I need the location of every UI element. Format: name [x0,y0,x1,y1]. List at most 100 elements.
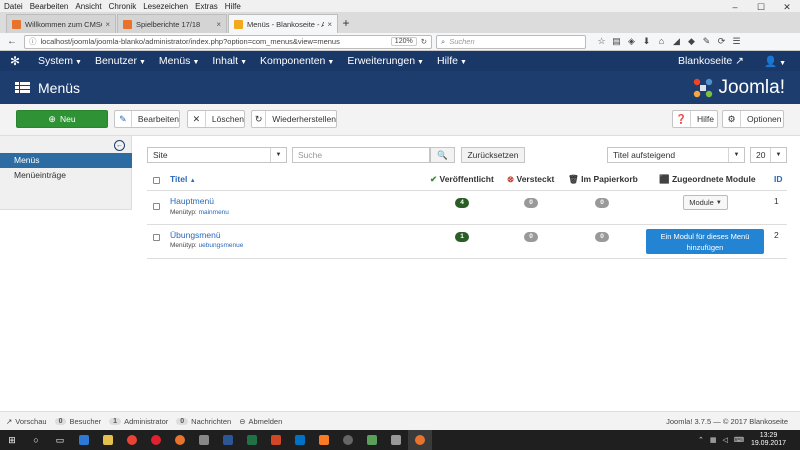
menu-extras[interactable]: Extras [195,2,218,11]
menu-hilfe[interactable]: Hilfe [225,2,241,11]
sidebar-item-menus[interactable]: Menüs [0,153,132,168]
trashed-count-badge[interactable]: 0 [595,198,609,208]
menutype-link[interactable]: uebungsmenue [199,242,244,249]
tab-close-icon[interactable]: × [105,20,110,29]
delete-button[interactable]: ✕ Löschen [187,110,245,128]
volume-icon[interactable]: ◁ [723,436,728,444]
app-icon[interactable] [384,430,408,450]
published-count-badge[interactable]: 4 [455,198,469,208]
url-field[interactable]: ⓘ localhost/joomla/joomla-blanko/adminis… [24,34,432,49]
client-select[interactable]: Site ▼ [147,147,287,163]
pen-icon[interactable]: ✎ [699,36,714,47]
nav-components[interactable]: Komponenten ▼ [260,55,334,67]
site-link[interactable]: Blankoseite ↗ [678,55,744,67]
bookmark-star-icon[interactable]: ☆ [594,36,609,47]
addon-icon[interactable]: ◆ [684,36,699,47]
unpublished-count-badge[interactable]: 0 [524,232,538,242]
browser-tab-active[interactable]: Menüs - Blankoseite - Admi × [228,14,338,33]
search-button[interactable]: 🔍 [430,147,455,163]
task-view-icon[interactable]: ▭ [48,430,72,450]
word-icon[interactable] [216,430,240,450]
notepad-icon[interactable] [360,430,384,450]
reset-button[interactable]: Zurücksetzen [461,147,525,163]
explorer-icon[interactable] [96,430,120,450]
home-icon[interactable]: ⌂ [654,36,669,47]
browser-tab[interactable]: Willkommen zum CMSOD × [6,14,116,33]
menu-title-link[interactable]: Hauptmenü [170,196,214,206]
menu-lesezeichen[interactable]: Lesezeichen [143,2,188,11]
menu-chronik[interactable]: Chronik [109,2,137,11]
app-icon[interactable] [192,430,216,450]
sync-icon[interactable]: ⟳ [714,36,729,47]
powerpoint-icon[interactable] [264,430,288,450]
nav-help[interactable]: Hilfe ▼ [437,55,467,67]
nav-content[interactable]: Inhalt ▼ [212,55,247,67]
xampp-icon[interactable] [312,430,336,450]
network-icon[interactable]: ▦ [710,436,717,444]
firefox-icon[interactable] [168,430,192,450]
row-checkbox[interactable] [153,203,160,210]
zoom-level[interactable]: 120% [390,37,417,46]
sort-select[interactable]: Titel aufsteigend ▼ [607,147,745,163]
user-menu[interactable]: 👤 ▼ [764,55,786,68]
nav-menus[interactable]: Menüs ▼ [159,55,199,67]
modules-dropdown-button[interactable]: Module ▼ [683,195,728,210]
nav-system[interactable]: System ▼ [38,55,82,67]
chrome-icon[interactable] [120,430,144,450]
menu-icon[interactable]: ☰ [729,36,744,47]
edge-icon[interactable] [72,430,96,450]
select-all-checkbox[interactable] [153,177,160,184]
trashed-count-badge[interactable]: 0 [595,232,609,242]
menu-ansicht[interactable]: Ansicht [75,2,101,11]
browser-search-field[interactable]: ⌕ Suchen [436,34,586,49]
browser-tab[interactable]: Spielberichte 17/18 × [117,14,227,33]
collapse-sidebar-icon[interactable]: ← [114,140,125,151]
search-icon[interactable]: ○ [24,430,48,450]
edit-button[interactable]: ✎ Bearbeiten [114,110,180,128]
unpublished-count-badge[interactable]: 0 [524,198,538,208]
reload-icon[interactable]: ↻ [421,37,427,46]
info-icon[interactable]: ⓘ [29,36,37,47]
options-button[interactable]: ⚙ Optionen [722,110,784,128]
keyboard-icon[interactable]: ⌨ [734,436,744,444]
menu-title-link[interactable]: Übungsmenü [170,230,221,240]
tab-close-icon[interactable]: × [327,20,332,29]
limit-select[interactable]: 20 ▼ [750,147,787,163]
reader-icon[interactable]: ▤ [609,36,624,47]
back-arrow-icon[interactable]: ← [4,36,20,47]
pocket-icon[interactable]: ◈ [624,36,639,47]
sort-by-id[interactable]: ID [774,174,783,184]
new-button[interactable]: ⊕ Neu [16,110,108,128]
visitors-status[interactable]: 0 Besucher [54,417,101,426]
sort-by-title[interactable]: Titel ▲ [170,174,196,184]
windows-start-icon[interactable]: ⊞ [0,430,24,450]
joomla-small-logo-icon[interactable]: ✻ [10,54,32,68]
new-tab-button[interactable]: + [339,14,353,33]
add-module-button[interactable]: Ein Modul für dieses Menü hinzufügen [646,229,764,254]
help-button[interactable]: ❓ Hilfe [672,110,718,128]
firefox-active-icon[interactable] [408,430,432,450]
outlook-icon[interactable] [288,430,312,450]
preview-link[interactable]: ↗ Vorschau [6,417,47,426]
app-icon[interactable] [336,430,360,450]
nav-extensions[interactable]: Erweiterungen ▼ [347,55,424,67]
excel-icon[interactable] [240,430,264,450]
clock[interactable]: 13:29 19.09.2017 [751,432,786,448]
menu-bearbeiten[interactable]: Bearbeiten [30,2,69,11]
menu-datei[interactable]: Datei [4,2,23,11]
row-checkbox[interactable] [153,234,160,241]
published-count-badge[interactable]: 1 [455,232,469,242]
messages-status[interactable]: 0 Nachrichten [176,417,231,426]
nav-users[interactable]: Benutzer ▼ [95,55,146,67]
tray-up-icon[interactable]: ⌃ [698,436,704,444]
admins-status[interactable]: 1 Administrator [109,417,168,426]
sidebar-item-menu-items[interactable]: Menüeinträge [0,168,132,183]
logout-link[interactable]: ⊖ Abmelden [239,417,282,426]
opera-icon[interactable] [144,430,168,450]
menutype-link[interactable]: mainmenu [199,209,229,216]
search-input[interactable]: Suche [292,147,430,163]
screenshot-icon[interactable]: ◢ [669,36,684,47]
tab-close-icon[interactable]: × [216,20,221,29]
restore-button[interactable]: ↻ Wiederherstellen [251,110,337,128]
download-icon[interactable]: ⬇ [639,36,654,47]
